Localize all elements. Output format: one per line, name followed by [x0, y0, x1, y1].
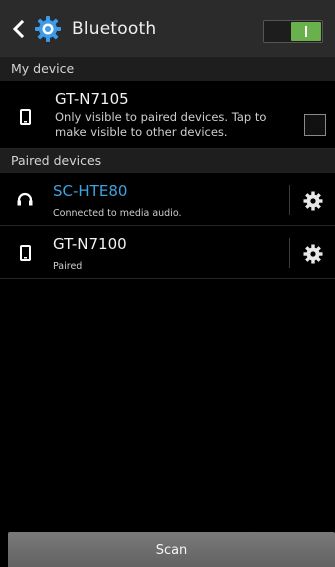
action-bar: Bluetooth: [0, 0, 335, 57]
back-button[interactable]: [0, 0, 24, 57]
row-divider: [289, 238, 290, 268]
scan-button[interactable]: Scan: [8, 532, 335, 567]
my-device-description: Only visible to paired devices. Tap to m…: [55, 110, 267, 139]
paired-device-row[interactable]: GT-N7100 Paired: [0, 226, 335, 279]
row-divider: [289, 185, 290, 215]
section-header-my-device: My device: [0, 57, 335, 81]
settings-gear-icon: [34, 15, 62, 43]
paired-device-row[interactable]: SC-HTE80 Connected to media audio.: [0, 173, 335, 226]
gear-icon[interactable]: [303, 244, 323, 264]
phone-icon: [20, 109, 31, 125]
section-header-paired-devices: Paired devices: [0, 149, 335, 173]
headphones-icon: [17, 192, 33, 206]
toggle-thumb: [291, 22, 321, 41]
visibility-checkbox[interactable]: [304, 114, 326, 136]
phone-icon: [20, 245, 31, 261]
my-device-name: GT-N7105: [55, 90, 129, 108]
paired-device-name: GT-N7100: [53, 235, 127, 253]
paired-device-status: Connected to media audio.: [53, 208, 182, 219]
bluetooth-toggle[interactable]: [263, 20, 323, 43]
page-title: Bluetooth: [72, 18, 157, 39]
chevron-left-icon: [12, 19, 24, 38]
paired-device-status: Paired: [53, 261, 83, 272]
paired-device-name: SC-HTE80: [53, 182, 128, 200]
my-device-row[interactable]: GT-N7105 Only visible to paired devices.…: [0, 81, 335, 149]
gear-icon[interactable]: [303, 191, 323, 211]
